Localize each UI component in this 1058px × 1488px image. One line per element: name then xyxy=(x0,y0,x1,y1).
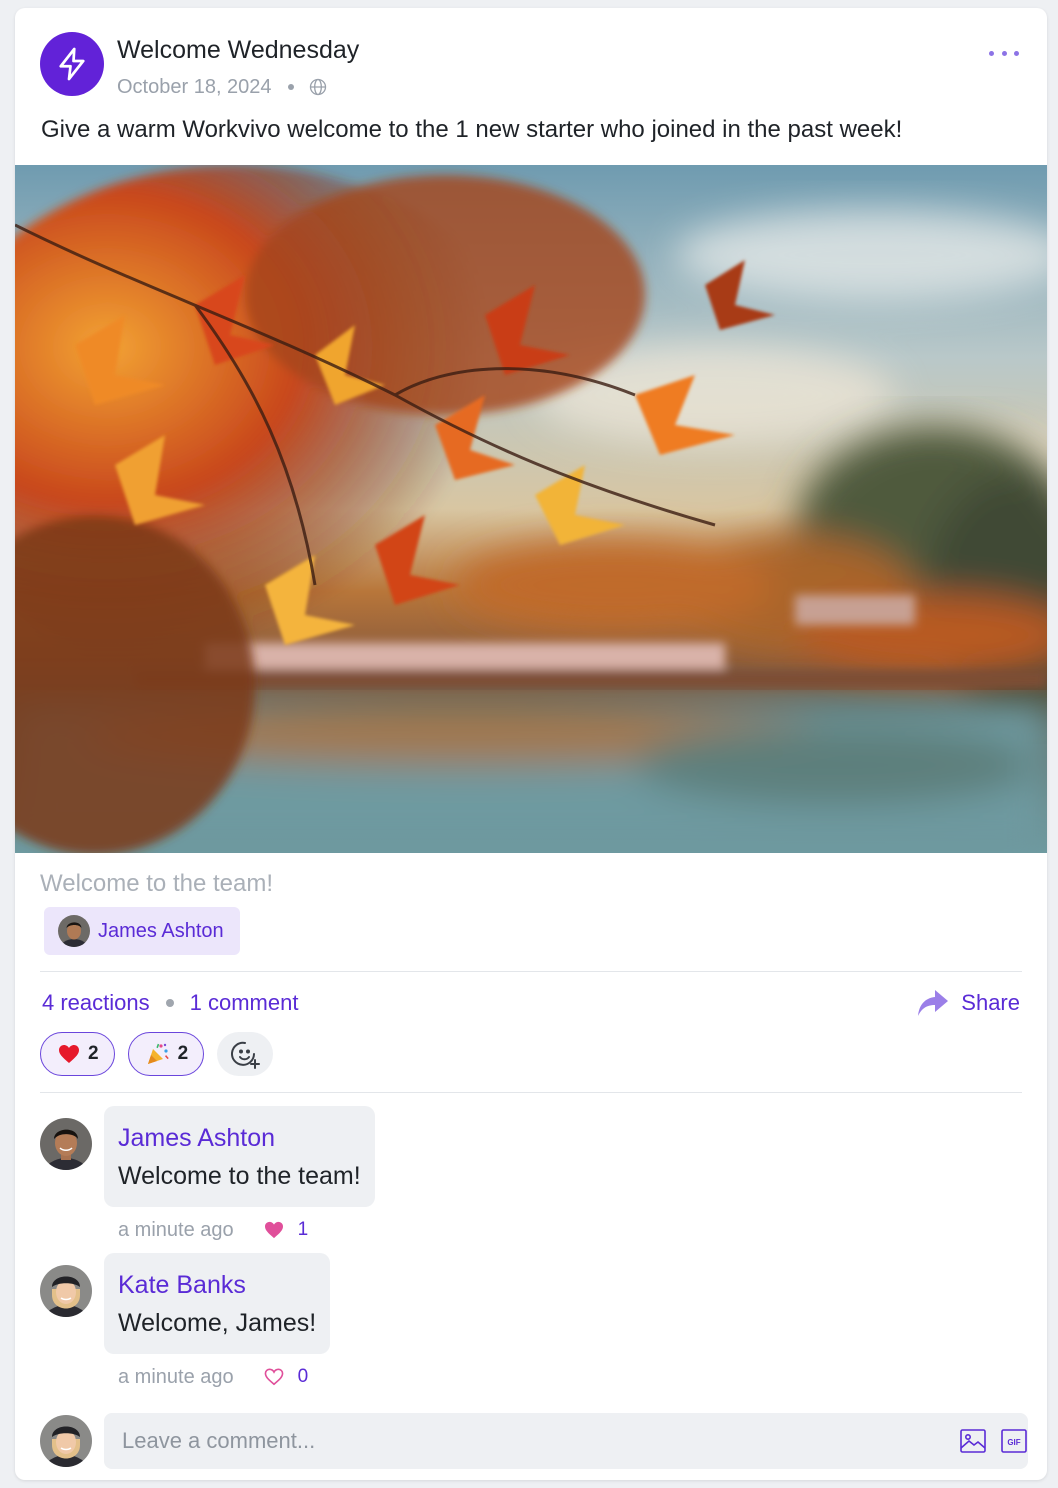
post-meta: October 18, 2024 xyxy=(117,74,328,100)
post-card: Welcome Wednesday October 18, 2024 Give … xyxy=(15,8,1047,1480)
comment-like-button[interactable]: 1 xyxy=(264,1219,309,1241)
attach-gif-button[interactable]: GIF xyxy=(1000,1427,1028,1455)
image-caption: Welcome to the team! xyxy=(40,870,273,897)
james-ashton-avatar[interactable] xyxy=(40,1118,92,1170)
comment-composer: GIF xyxy=(40,1413,1030,1469)
comment-author[interactable]: James Ashton xyxy=(118,1123,361,1153)
globe-icon xyxy=(308,77,328,97)
gif-icon: GIF xyxy=(1001,1429,1027,1453)
kate-banks-avatar[interactable] xyxy=(40,1265,92,1317)
comment-bubble: Kate Banks Welcome, James! xyxy=(104,1253,331,1354)
share-arrow-icon xyxy=(918,990,949,1016)
comments-count-link[interactable]: 1 comment xyxy=(190,990,299,1016)
reaction-count: 2 xyxy=(177,1043,189,1064)
add-reaction-button[interactable] xyxy=(217,1032,274,1076)
attach-image-button[interactable] xyxy=(959,1427,987,1455)
post-body: Give a warm Workvivo welcome to the 1 ne… xyxy=(41,116,903,143)
post-header: Welcome Wednesday October 18, 2024 xyxy=(15,8,1047,108)
meta-separator xyxy=(287,84,294,90)
welcome-bot-avatar[interactable] xyxy=(40,32,104,96)
engagement-stats: 4 reactions 1 comment xyxy=(42,988,298,1018)
heart-outline-icon xyxy=(264,1368,284,1386)
add-emoji-icon xyxy=(231,1041,261,1069)
post-date[interactable]: October 18, 2024 xyxy=(117,76,272,99)
more-options-button[interactable] xyxy=(989,44,1019,62)
reaction-heart-button[interactable]: 2 xyxy=(40,1032,115,1076)
comment-footer: a minute ago 0 xyxy=(118,1363,308,1391)
james-ashton-avatar xyxy=(58,915,90,947)
reaction-count: 2 xyxy=(88,1043,99,1064)
divider xyxy=(40,971,1022,972)
post-image[interactable] xyxy=(15,165,1047,853)
share-button[interactable]: Share xyxy=(917,986,1020,1020)
lightning-icon xyxy=(59,47,85,81)
mention-chip[interactable]: James Ashton xyxy=(44,907,240,955)
reaction-party-button[interactable]: 2 xyxy=(127,1032,205,1076)
heart-filled-icon xyxy=(264,1221,283,1239)
reaction-bar: 2 2 xyxy=(40,1032,274,1076)
comment-bubble: James Ashton Welcome to the team! xyxy=(104,1106,375,1207)
post-title[interactable]: Welcome Wednesday xyxy=(117,36,359,65)
reactions-count-link[interactable]: 4 reactions xyxy=(42,990,150,1016)
heart-emoji-icon xyxy=(58,1044,80,1064)
comment-input[interactable] xyxy=(104,1413,1028,1469)
comment-text: Welcome, James! xyxy=(118,1309,317,1337)
comment-footer: a minute ago 1 xyxy=(118,1216,308,1244)
comment-time: a minute ago xyxy=(118,1218,234,1241)
more-dot xyxy=(989,50,994,56)
comment-like-button[interactable]: 0 xyxy=(264,1366,309,1388)
comment-time: a minute ago xyxy=(118,1365,234,1388)
image-icon xyxy=(960,1429,986,1453)
comment-author[interactable]: Kate Banks xyxy=(118,1270,316,1300)
comment-like-count: 1 xyxy=(297,1219,309,1240)
comment-text: Welcome to the team! xyxy=(118,1162,361,1190)
comment-like-count: 0 xyxy=(297,1366,309,1387)
share-label: Share xyxy=(961,990,1020,1015)
more-dot xyxy=(1001,50,1007,56)
more-dot xyxy=(1014,50,1019,56)
party-popper-emoji-icon xyxy=(146,1042,170,1066)
divider xyxy=(40,1092,1022,1093)
stats-separator xyxy=(165,999,174,1007)
mention-name: James Ashton xyxy=(98,919,224,942)
svg-text:GIF: GIF xyxy=(1007,1438,1020,1447)
current-user-avatar xyxy=(40,1415,92,1467)
